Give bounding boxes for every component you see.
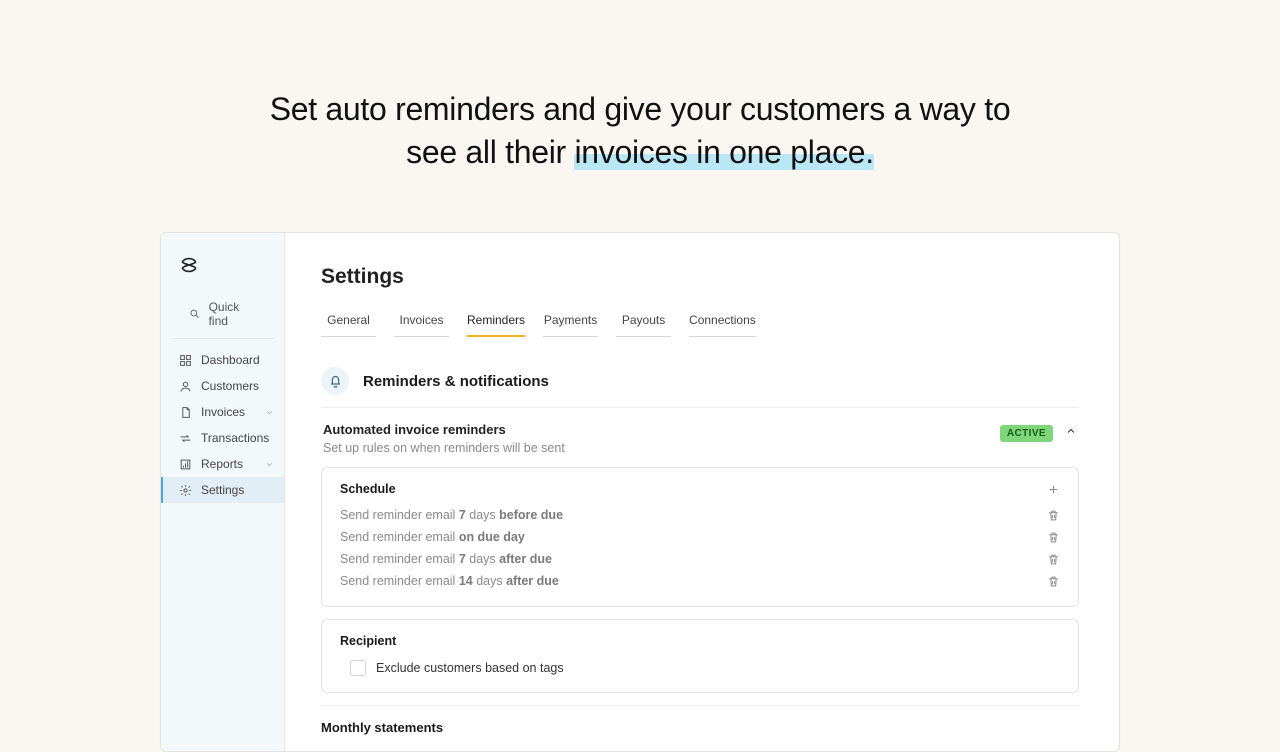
sidebar-item-transactions[interactable]: Transactions: [161, 425, 284, 451]
tab-payments[interactable]: Payments: [543, 307, 598, 337]
schedule-rule: Send reminder email on due day: [340, 526, 1060, 548]
sidebar-item-label: Reports: [201, 457, 243, 471]
add-rule-button[interactable]: [1047, 483, 1060, 496]
monthly-title: Monthly statements: [321, 720, 1079, 735]
delete-rule-button[interactable]: [1047, 575, 1060, 588]
reports-icon: [179, 458, 192, 471]
transactions-icon: [179, 432, 192, 445]
trash-icon: [1047, 553, 1060, 566]
app-window: Quick find Dashboard Customers Invoices …: [160, 232, 1120, 752]
sidebar-item-label: Transactions: [201, 431, 269, 445]
trash-icon: [1047, 531, 1060, 544]
monthly-statements-row: Monthly statements: [321, 705, 1079, 735]
schedule-title: Schedule: [340, 482, 396, 496]
plus-icon: [1047, 483, 1060, 496]
hero-line1: Set auto reminders and give your custome…: [270, 91, 1011, 127]
customers-icon: [179, 380, 192, 393]
trash-icon: [1047, 509, 1060, 522]
schedule-card: Schedule Send reminder email 7 days befo…: [321, 467, 1079, 607]
sidebar-item-settings[interactable]: Settings: [161, 477, 284, 503]
collapse-toggle[interactable]: [1065, 424, 1077, 442]
auto-reminders-title: Automated invoice reminders: [323, 422, 565, 437]
recipient-card: Recipient Exclude customers based on tag…: [321, 619, 1079, 693]
exclude-label: Exclude customers based on tags: [376, 661, 564, 675]
tab-invoices[interactable]: Invoices: [394, 307, 449, 337]
dashboard-icon: [179, 354, 192, 367]
hero-highlight: invoices in one place.: [574, 134, 873, 170]
chevron-up-icon: [1065, 425, 1077, 437]
app-logo: [161, 247, 284, 294]
delete-rule-button[interactable]: [1047, 553, 1060, 566]
exclude-checkbox[interactable]: [350, 660, 366, 676]
schedule-rule: Send reminder email 7 days after due: [340, 548, 1060, 570]
sidebar-item-customers[interactable]: Customers: [161, 373, 284, 399]
status-badge: ACTIVE: [1000, 425, 1053, 442]
tab-reminders[interactable]: Reminders: [467, 307, 525, 337]
tab-connections[interactable]: Connections: [689, 307, 756, 337]
search-icon: [189, 308, 201, 320]
chevron-down-icon: [265, 460, 274, 469]
quick-find[interactable]: Quick find: [171, 294, 274, 339]
sidebar-item-label: Customers: [201, 379, 259, 393]
page-title: Settings: [321, 265, 1079, 289]
chevron-down-icon: [265, 408, 274, 417]
sidebar-item-label: Dashboard: [201, 353, 260, 367]
invoices-icon: [179, 406, 192, 419]
schedule-rule: Send reminder email 14 days after due: [340, 570, 1060, 592]
sidebar-item-dashboard[interactable]: Dashboard: [161, 347, 284, 373]
recipient-title: Recipient: [340, 634, 396, 648]
section-title: Reminders & notifications: [363, 373, 549, 390]
sidebar-item-label: Settings: [201, 483, 244, 497]
sidebar-item-reports[interactable]: Reports: [161, 451, 284, 477]
settings-tabs: General Invoices Reminders Payments Payo…: [321, 307, 1079, 337]
gear-icon: [179, 484, 192, 497]
quick-find-label: Quick find: [209, 300, 260, 328]
delete-rule-button[interactable]: [1047, 509, 1060, 522]
auto-reminders-subtitle: Set up rules on when reminders will be s…: [323, 441, 565, 455]
section-header: Reminders & notifications: [321, 367, 1079, 408]
hero-text: Set auto reminders and give your custome…: [0, 0, 1280, 214]
bell-icon: [321, 367, 349, 395]
main-content: Settings General Invoices Reminders Paym…: [285, 233, 1119, 751]
auto-reminders-row: Automated invoice reminders Set up rules…: [321, 408, 1079, 467]
sidebar: Quick find Dashboard Customers Invoices …: [161, 233, 285, 751]
schedule-rule: Send reminder email 7 days before due: [340, 504, 1060, 526]
hero-line2-pre: see all their: [406, 134, 574, 170]
tab-general[interactable]: General: [321, 307, 376, 337]
sidebar-item-invoices[interactable]: Invoices: [161, 399, 284, 425]
sidebar-item-label: Invoices: [201, 405, 245, 419]
delete-rule-button[interactable]: [1047, 531, 1060, 544]
tab-payouts[interactable]: Payouts: [616, 307, 671, 337]
trash-icon: [1047, 575, 1060, 588]
